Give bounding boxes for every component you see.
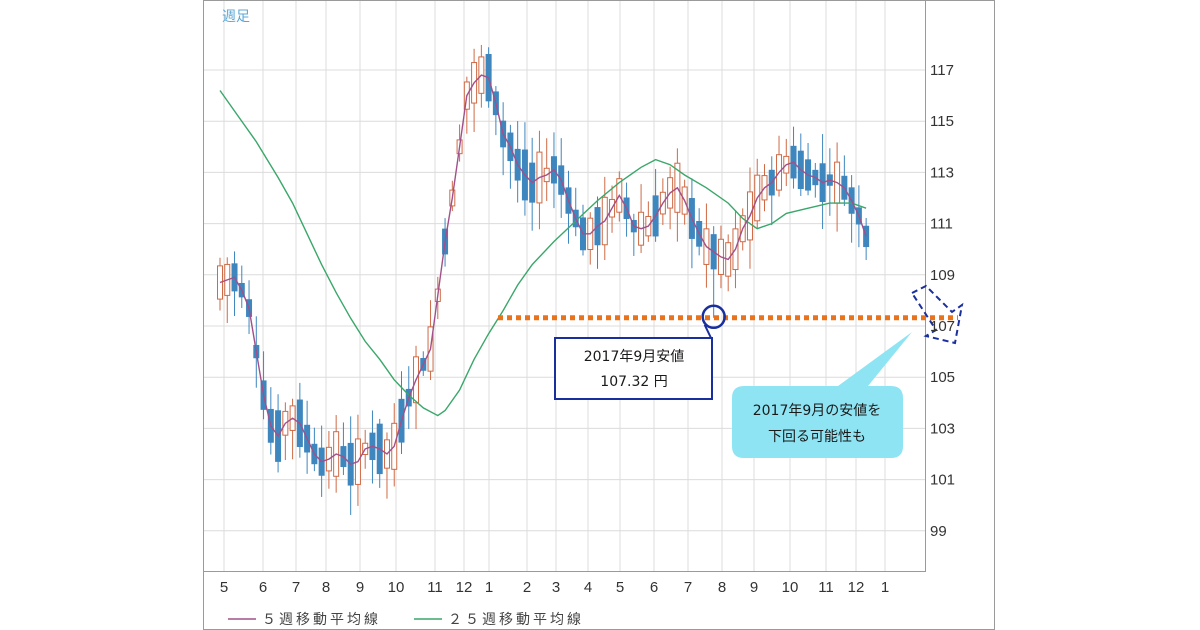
x-tick-label: 2 [523,579,531,596]
x-tick-label: 5 [220,579,228,596]
x-tick-label: 7 [292,579,300,596]
y-tick-label: 107 [930,318,955,335]
callout-text-line1: 2017年9月の安値を [753,403,882,419]
y-tick-label: 105 [930,369,955,386]
x-tick-label: 1 [881,579,889,596]
plot-area [203,0,926,572]
x-tick-label: 5 [616,579,624,596]
y-tick-label: 111 [930,216,953,233]
y-tick-label: 117 [930,62,954,79]
period-label: 週足 [222,9,250,25]
x-tick-label: 10 [782,579,799,596]
x-tick-label: 6 [259,579,267,596]
x-tick-label: 9 [356,579,364,596]
x-tick-label: 7 [684,579,692,596]
y-tick-label: 115 [930,113,954,130]
x-tick-label: 10 [388,579,405,596]
y-tick-label: 103 [930,420,955,437]
low-price-label-line2: 107.32 円 [600,374,667,390]
weekly-candlestick-chart: 2017年9月安値 107.32 円 2017年9月の安値を下回る可能性も 5 6 7 8… [203,0,995,630]
candle-body [863,225,870,248]
x-tick-label: 8 [322,579,330,596]
x-tick-label: 12 [456,579,473,596]
x-tick-label: 12 [848,579,865,596]
x-tick-label: 9 [750,579,758,596]
x-tick-label: 11 [818,579,834,596]
y-tick-label: 101 [930,472,955,489]
x-tick-label: 1 [485,579,493,596]
y-tick-label: 113 [930,164,954,181]
callout-text-line2: 下回る可能性も [768,429,866,445]
x-tick-label: 8 [718,579,726,596]
legend-ma25-label: ２５週移動平均線 [448,612,584,628]
y-tick-label: 109 [930,267,955,284]
x-tick-label: 6 [650,579,658,596]
legend-ma5-label: ５週移動平均線 [262,612,381,628]
x-tick-label: 4 [584,579,592,596]
x-tick-label: 3 [552,579,560,596]
low-price-label-line1: 2017年9月安値 [584,349,685,365]
y-tick-label: 99 [930,523,947,540]
x-tick-label: 11 [427,579,443,596]
